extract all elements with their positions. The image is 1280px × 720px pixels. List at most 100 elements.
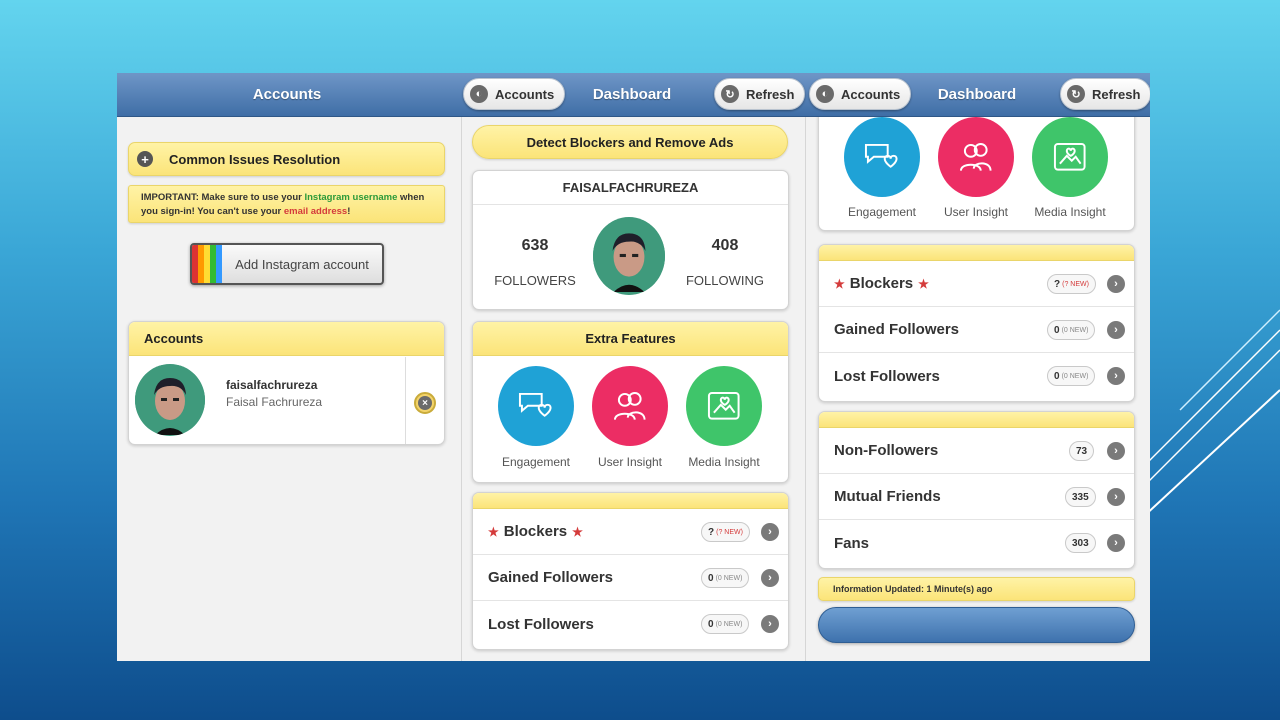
count-badge: 0 (0 NEW) [1047, 366, 1096, 386]
media-insight-label: Media Insight [688, 455, 760, 469]
notice-email: email address [283, 206, 348, 217]
account-icon: ◐ [816, 85, 834, 103]
user-insight-label: User Insight [597, 455, 663, 469]
info-updated-bar: Information Updated: 1 Minute(s) ago [818, 577, 1135, 601]
accounts-card-header: Accounts [129, 322, 444, 356]
following-count: 408 [711, 237, 739, 254]
new-count: (0 NEW) [1061, 326, 1089, 334]
chevron-right-icon: › [1107, 442, 1125, 460]
accounts-card: Accounts faisalfachrureza Faisal Fachrur… [128, 321, 445, 445]
engagement-button[interactable] [844, 117, 920, 197]
count-value: 303 [1072, 537, 1089, 549]
blockers-row[interactable]: ★ Blockers ★ ? (? NEW) › [473, 509, 788, 555]
profile-card: FAISALFACHRUREZA 638 FOLLOWERS 408 FOLLO… [472, 170, 789, 310]
chevron-right-icon: › [1107, 488, 1125, 506]
count-badge: 73 [1069, 441, 1095, 461]
star-icon: ★ [572, 524, 583, 539]
chevron-right-icon: › [761, 569, 779, 587]
count-badge: 0 (0 NEW) [701, 614, 750, 634]
speech-heart-icon [865, 144, 898, 169]
features-card: Engagement User Insight Media Insight [818, 117, 1135, 231]
users-icon [614, 392, 646, 421]
refresh-button-2[interactable]: ↻ Refresh [1060, 78, 1150, 110]
row-label: Gained Followers [488, 569, 614, 586]
count-value: 0 [708, 618, 714, 630]
blockers-row[interactable]: ★ Blockers ★ ? (? NEW) › [819, 261, 1134, 307]
app-screenshot: Accounts ◐ Accounts Dashboard ↻ Refresh … [117, 73, 1150, 661]
chevron-right-icon: › [761, 615, 779, 633]
lost-followers-row[interactable]: Lost Followers 0 (0 NEW) › [819, 353, 1134, 399]
add-instagram-account-button[interactable]: Add Instagram account [190, 243, 384, 285]
star-icon: ★ [488, 524, 499, 539]
profile-avatar [593, 217, 665, 295]
fans-row[interactable]: Fans 303 › [819, 520, 1134, 566]
lost-followers-row[interactable]: Lost Followers 0 (0 NEW) › [473, 601, 788, 647]
chevron-right-icon: › [1107, 367, 1125, 385]
remove-account-icon[interactable]: × [414, 392, 436, 414]
user-insight-button[interactable] [938, 117, 1014, 197]
rainbow-stripe-icon [192, 245, 222, 283]
dashboard-panel: Detect Blockers and Remove Ads FAISALFAC… [462, 117, 805, 661]
count-badge: 0 (0 NEW) [1047, 320, 1096, 340]
row-label: Blockers [849, 275, 914, 292]
new-count: (0 NEW) [715, 620, 743, 628]
star-icon: ★ [918, 276, 929, 291]
count-badge: 0 (0 NEW) [701, 568, 750, 588]
extra-features-card: Extra Features Engagement User Insight M… [472, 321, 789, 483]
count-badge: ? (? NEW) [701, 522, 750, 542]
speech-heart-icon [519, 393, 552, 418]
count-value: 335 [1072, 491, 1089, 503]
non-followers-row[interactable]: Non-Followers 73 › [819, 428, 1134, 474]
count-value: 0 [1054, 324, 1060, 336]
account-icon: ◐ [470, 85, 488, 103]
count-badge: 303 [1065, 533, 1096, 553]
profile-name: FAISALFACHRUREZA [473, 171, 788, 205]
refresh-button[interactable]: ↻ Refresh [714, 78, 806, 110]
notice-username: Instagram username [304, 192, 398, 203]
accounts-panel: + Common Issues Resolution IMPORTANT: Ma… [117, 117, 461, 661]
refresh-icon: ↻ [721, 85, 739, 103]
stats-card-header [819, 245, 1134, 261]
relationships-card-header [819, 412, 1134, 428]
followers-label[interactable]: FOLLOWERS [473, 273, 597, 288]
stats-card: ★ Blockers ★ ? (? NEW) › Gained Followers… [818, 244, 1135, 402]
account-username: faisalfachrureza [226, 378, 318, 392]
gained-followers-row[interactable]: Gained Followers 0 (0 NEW) › [819, 307, 1134, 353]
count-value: 0 [1054, 370, 1060, 382]
detect-blockers-button[interactable]: Detect Blockers and Remove Ads [472, 125, 788, 159]
star-icon: ★ [834, 276, 845, 291]
followers-count: 638 [521, 237, 549, 254]
info-updated-text: Information Updated: 1 Minute(s) ago [833, 584, 993, 594]
mutual-friends-row[interactable]: Mutual Friends 335 › [819, 474, 1134, 520]
new-count: (? NEW) [716, 528, 743, 536]
media-insight-button[interactable] [1032, 117, 1108, 197]
accounts-button-2[interactable]: ◐ Accounts [809, 78, 912, 110]
new-count: (0 NEW) [1061, 372, 1089, 380]
count-value: 73 [1076, 445, 1088, 457]
engagement-label: Engagement [501, 455, 571, 469]
new-count: (0 NEW) [715, 574, 743, 582]
dashboard-panel-scrolled: Engagement User Insight Media Insight ★ … [806, 117, 1150, 661]
engagement-label: Engagement [847, 205, 917, 219]
picture-frame-icon [708, 392, 740, 420]
row-label: Lost Followers [488, 615, 594, 633]
notice-text: IMPORTANT: Make sure to use your [141, 192, 305, 203]
bottom-action-button[interactable] [818, 607, 1135, 643]
row-label: Lost Followers [834, 367, 940, 385]
user-insight-button[interactable] [592, 366, 668, 446]
media-insight-label: Media Insight [1034, 205, 1106, 219]
following-label[interactable]: FOLLOWING [663, 273, 787, 288]
gained-followers-row[interactable]: Gained Followers 0 (0 NEW) › [473, 555, 788, 601]
picture-frame-icon [1054, 143, 1086, 171]
row-label: Blockers [503, 523, 568, 540]
engagement-button[interactable] [498, 366, 574, 446]
account-list-item[interactable]: faisalfachrureza Faisal Fachrureza [129, 357, 405, 444]
extra-features-header: Extra Features [473, 322, 788, 356]
refresh-button-label: Refresh [1092, 86, 1141, 102]
media-insight-button[interactable] [686, 366, 762, 446]
accounts-button[interactable]: ◐ Accounts [463, 78, 566, 110]
chevron-right-icon: › [1107, 275, 1125, 293]
panel2-title: Dashboard [592, 86, 672, 103]
count-value: ? [708, 526, 715, 538]
common-issues-button[interactable]: + Common Issues Resolution [128, 142, 445, 176]
